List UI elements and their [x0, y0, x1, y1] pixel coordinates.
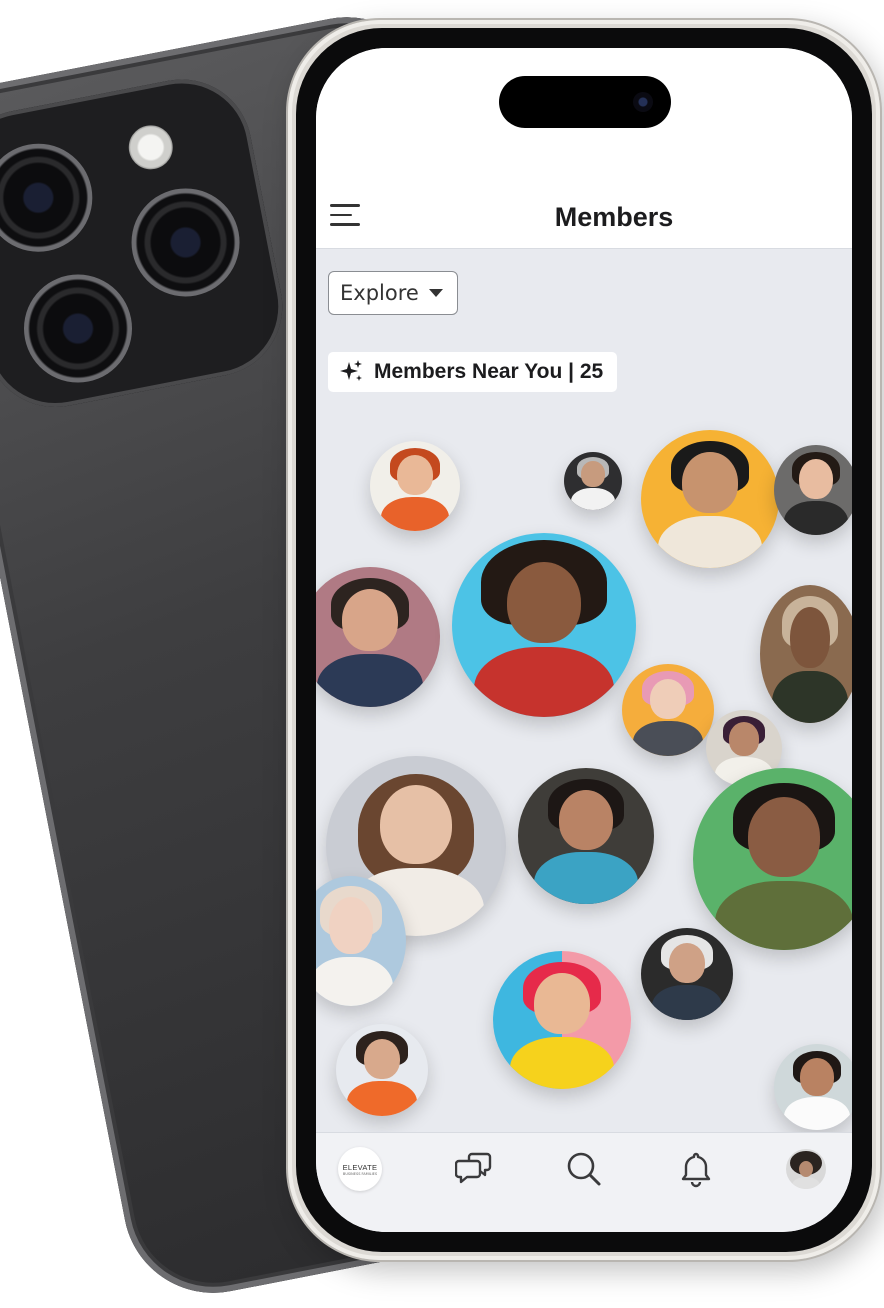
tab-profile[interactable] [782, 1145, 830, 1193]
tab-home[interactable]: ELEVATE BUSINESS FAMILIES [336, 1145, 384, 1193]
front-camera-icon [633, 92, 653, 112]
logo-subtext: BUSINESS FAMILIES [342, 1171, 378, 1176]
bottom-tab-bar: ELEVATE BUSINESS FAMILIES [316, 1132, 852, 1232]
member-avatar[interactable] [452, 533, 636, 717]
member-avatar[interactable] [641, 430, 779, 568]
phone-bezel: Members Explore Members Near You | 25 EL… [296, 28, 872, 1252]
elevate-logo: ELEVATE BUSINESS FAMILIES [338, 1147, 382, 1191]
camera-module [0, 67, 295, 420]
member-avatar[interactable] [316, 567, 440, 707]
caret-down-icon [428, 289, 443, 297]
front-phone: Members Explore Members Near You | 25 EL… [288, 20, 880, 1260]
camera-lens [14, 265, 142, 392]
member-avatar[interactable] [641, 928, 733, 1020]
page-title: Members [554, 202, 674, 232]
explore-dropdown[interactable]: Explore [328, 271, 458, 315]
avatar [786, 1149, 826, 1189]
member-avatar[interactable] [370, 441, 460, 531]
dynamic-island [499, 76, 671, 128]
explore-dropdown-label: Explore [340, 281, 419, 305]
app-header: Members [316, 168, 852, 249]
tab-messages[interactable] [450, 1145, 498, 1193]
members-near-you-label: Members Near You | 25 [374, 360, 604, 383]
tab-search[interactable] [560, 1145, 608, 1193]
flash-icon [124, 121, 177, 174]
camera-lens [0, 134, 102, 262]
logo-text: ELEVATE [342, 1162, 378, 1172]
members-near-you-chip: Members Near You | 25 [328, 352, 618, 392]
tab-notifications[interactable] [672, 1145, 720, 1193]
member-avatar[interactable] [774, 1044, 852, 1130]
app-screen: Members Explore Members Near You | 25 EL… [316, 48, 852, 1232]
sparkle-icon [340, 360, 362, 381]
search-icon [567, 1152, 601, 1186]
member-avatar[interactable] [693, 768, 852, 950]
member-avatar[interactable] [564, 452, 622, 510]
member-avatar[interactable] [622, 664, 714, 756]
chat-bubbles-icon [455, 1152, 492, 1184]
member-avatar[interactable] [493, 951, 631, 1089]
member-avatar[interactable] [336, 1024, 428, 1116]
member-avatar[interactable] [774, 445, 852, 535]
member-avatar[interactable] [760, 585, 852, 723]
camera-lens [122, 179, 249, 306]
member-avatar[interactable] [518, 768, 654, 904]
bell-icon [681, 1152, 711, 1188]
